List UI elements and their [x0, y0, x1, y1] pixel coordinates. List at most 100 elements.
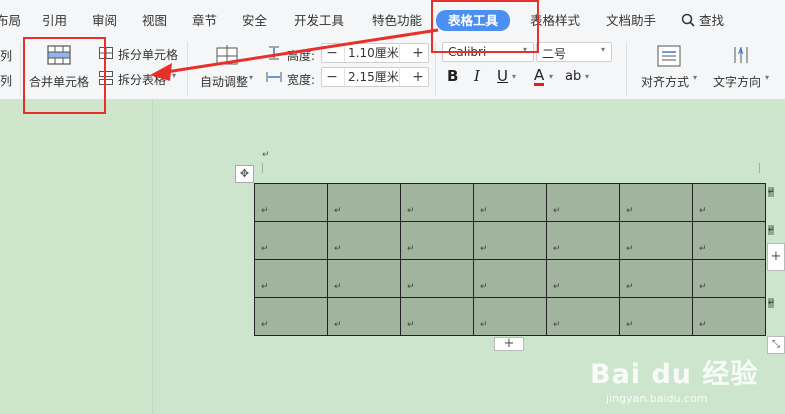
table-cell[interactable]: ↵	[619, 221, 693, 260]
add-column-button[interactable]: +	[767, 243, 785, 271]
table-cell[interactable]: ↵	[254, 183, 328, 222]
text-direction-label: 文字方向	[713, 75, 762, 89]
tab-developer[interactable]: 开发工具	[294, 11, 344, 31]
page-corner-mark	[759, 163, 760, 173]
row-height-icon	[269, 46, 279, 60]
tab-section[interactable]: 章节	[192, 11, 217, 31]
split-table-button[interactable]: 拆分表格 ▾	[99, 70, 183, 88]
svg-text:A: A	[738, 47, 744, 56]
chevron-down-icon: ▾	[585, 72, 590, 81]
watermark-logo: Bai du 经验	[590, 359, 759, 390]
align-icon	[657, 45, 681, 67]
table-cell[interactable]: ↵	[327, 221, 401, 260]
tab-security[interactable]: 安全	[242, 11, 267, 31]
table-cell[interactable]: ↵	[619, 259, 693, 298]
tab-layout[interactable]: 布局	[0, 11, 21, 31]
height-increase-button[interactable]: +	[408, 44, 428, 62]
table-row: ↵ ↵ ↵ ↵ ↵ ↵ ↵	[254, 221, 766, 260]
bold-button[interactable]: B	[447, 67, 458, 85]
table-cell[interactable]: ↵	[473, 183, 547, 222]
table-cell[interactable]: ↵	[473, 259, 547, 298]
chevron-down-icon: ▾	[172, 71, 177, 80]
table-cell[interactable]: ↵	[473, 221, 547, 260]
table-cell[interactable]: ↵	[546, 259, 620, 298]
text-direction-button[interactable]: A 文字方向 ▾	[710, 42, 780, 96]
chevron-down-icon: ▾	[601, 45, 606, 54]
auto-fit-button[interactable]: 自动调整 ▾	[196, 42, 260, 96]
row-end-mark: ↵	[768, 225, 775, 235]
table-cell[interactable]: ↵	[400, 259, 474, 298]
col-label-bottom[interactable]: 列	[0, 72, 12, 89]
table-row: ↵ ↵ ↵ ↵ ↵ ↵ ↵	[254, 259, 766, 298]
search-label: 查找	[698, 13, 724, 28]
table-cell[interactable]: ↵	[400, 183, 474, 222]
alignment-label: 对齐方式	[641, 75, 690, 89]
table-cell[interactable]: ↵	[692, 297, 766, 336]
height-input[interactable]: 1.10厘米	[344, 44, 400, 62]
paragraph-mark: ↵	[262, 150, 270, 160]
height-decrease-button[interactable]: −	[322, 44, 342, 62]
search-icon	[681, 13, 695, 27]
table-row: ↵ ↵ ↵ ↵ ↵ ↵ ↵	[254, 183, 766, 222]
table-cell[interactable]: ↵	[619, 297, 693, 336]
table-cell[interactable]: ↵	[254, 259, 328, 298]
table-move-handle[interactable]: ✥	[235, 165, 254, 183]
table-cell[interactable]: ↵	[546, 221, 620, 260]
table-cell[interactable]: ↵	[254, 297, 328, 336]
width-input[interactable]: 2.15厘米	[344, 68, 400, 86]
tab-featured[interactable]: 特色功能	[372, 11, 422, 31]
width-stepper[interactable]: − 2.15厘米 +	[321, 67, 429, 87]
tab-view[interactable]: 视图	[142, 11, 167, 31]
chevron-down-icon: ▾	[512, 72, 517, 81]
auto-fit-icon	[216, 45, 238, 65]
table-tools-highlight-box	[431, 0, 539, 53]
auto-fit-label: 自动调整	[200, 75, 249, 89]
width-increase-button[interactable]: +	[408, 68, 428, 86]
table-cell[interactable]: ↵	[473, 297, 547, 336]
highlight-button[interactable]: ab	[565, 69, 581, 84]
font-color-button[interactable]: A	[534, 67, 545, 86]
alignment-button[interactable]: 对齐方式 ▾	[636, 42, 702, 96]
table-cell[interactable]: ↵	[327, 297, 401, 336]
table-cell[interactable]: ↵	[327, 259, 401, 298]
row-end-mark: ↵	[768, 187, 775, 197]
watermark-url: jingyan.baidu.com	[606, 392, 708, 405]
font-size-value: 二号	[542, 47, 567, 61]
font-size-select[interactable]: 二号 ▾	[536, 42, 612, 62]
document-table: ↵ ↵ ↵ ↵ ↵ ↵ ↵ ↵ ↵ ↵ ↵ ↵ ↵ ↵ ↵ ↵ ↵ ↵ ↵ ↵ ↵ ↵ ↵ ↵ ↵ ↵ ↵ ↵	[254, 183, 766, 336]
add-row-button[interactable]: +	[494, 337, 524, 351]
split-cell-button[interactable]: 拆分单元格	[99, 45, 183, 63]
table-cell[interactable]: ↵	[327, 183, 401, 222]
width-label: 宽度:	[287, 73, 316, 87]
tab-references[interactable]: 引用	[42, 11, 67, 31]
table-cell[interactable]: ↵	[692, 183, 766, 222]
chevron-down-icon: ▾	[249, 73, 254, 82]
table-cell[interactable]: ↵	[546, 183, 620, 222]
column-width-icon	[266, 72, 282, 82]
tab-review[interactable]: 审阅	[92, 11, 117, 31]
separator	[187, 42, 188, 96]
table-cell[interactable]: ↵	[254, 221, 328, 260]
width-decrease-button[interactable]: −	[322, 68, 342, 86]
table-cell[interactable]: ↵	[546, 297, 620, 336]
table-cell[interactable]: ↵	[400, 221, 474, 260]
text-direction-icon: A	[734, 47, 748, 63]
height-label: 高度:	[287, 49, 316, 63]
table-cell[interactable]: ↵	[619, 183, 693, 222]
col-label-top[interactable]: 列	[0, 47, 12, 64]
split-cell-label: 拆分单元格	[118, 48, 179, 62]
document-margin	[0, 101, 150, 414]
page-corner-mark	[262, 163, 263, 173]
table-cell[interactable]: ↵	[400, 297, 474, 336]
watermark: Bai du 经验 jingyan.baidu.com	[590, 352, 780, 412]
search-button[interactable]: 查找	[681, 11, 724, 31]
separator	[20, 42, 21, 96]
italic-button[interactable]: I	[474, 67, 480, 85]
underline-button[interactable]: U	[497, 67, 508, 85]
table-cell[interactable]: ↵	[692, 221, 766, 260]
height-stepper[interactable]: − 1.10厘米 +	[321, 43, 429, 63]
tab-doc-assistant[interactable]: 文档助手	[606, 11, 656, 31]
table-cell[interactable]: ↵	[692, 259, 766, 298]
merge-cells-highlight-box	[23, 37, 106, 114]
separator	[626, 42, 627, 96]
